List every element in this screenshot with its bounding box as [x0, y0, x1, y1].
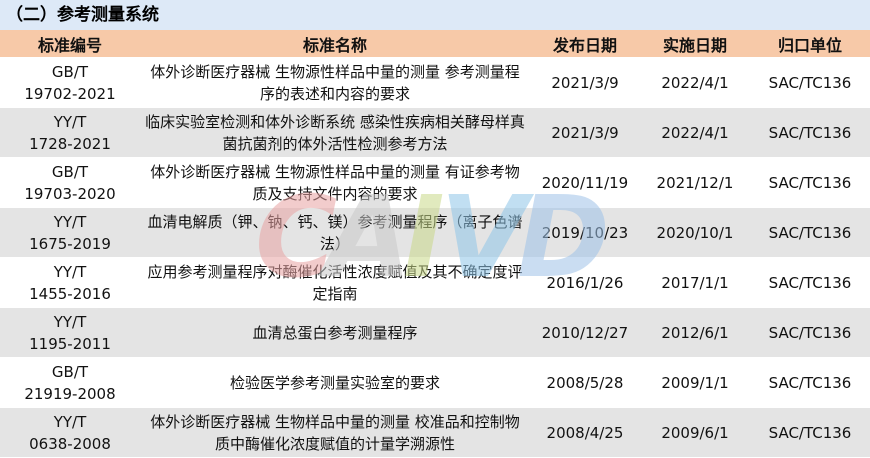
- standard-id-cell: YY/T 1455-2016: [0, 257, 140, 308]
- publish-date-cell: 2008/4/25: [530, 407, 640, 458]
- standard-name-cell: 血清总蛋白参考测量程序: [140, 307, 530, 358]
- publish-date-cell: 2016/1/26: [530, 257, 640, 308]
- standard-id-cell: YY/T 1195-2011: [0, 307, 140, 358]
- header-standard-id: 标准编号: [0, 30, 140, 58]
- table-header-row: 标准编号 标准名称 发布日期 实施日期 归口单位: [0, 30, 870, 58]
- responsible-unit-cell: SAC/TC136: [750, 207, 870, 258]
- standard-id-cell: GB/T 21919-2008: [0, 357, 140, 408]
- responsible-unit-cell: SAC/TC136: [750, 107, 870, 158]
- standard-name-cell: 体外诊断医疗器械 生物样品中量的测量 校准品和控制物质中酶催化浓度赋值的计量学溯…: [140, 407, 530, 458]
- responsible-unit-cell: SAC/TC136: [750, 307, 870, 358]
- header-responsible-unit: 归口单位: [750, 30, 870, 58]
- publish-date-cell: 2021/3/9: [530, 107, 640, 158]
- table-row: GB/T 21919-2008 检验医学参考测量实验室的要求 2008/5/28…: [0, 357, 870, 408]
- publish-date-cell: 2010/12/27: [530, 307, 640, 358]
- standard-name-cell: 应用参考测量程序对酶催化活性浓度赋值及其不确定度评定指南: [140, 257, 530, 308]
- standard-id-cell: GB/T 19703-2020: [0, 157, 140, 208]
- table-row: YY/T 0638-2008 体外诊断医疗器械 生物样品中量的测量 校准品和控制…: [0, 407, 870, 458]
- table-row: YY/T 1728-2021 临床实验室检测和体外诊断系统 感染性疾病相关酵母样…: [0, 107, 870, 158]
- table-row: GB/T 19702-2021 体外诊断医疗器械 生物源性样品中量的测量 参考测…: [0, 57, 870, 108]
- standard-id-cell: YY/T 0638-2008: [0, 407, 140, 458]
- table-row: YY/T 1675-2019 血清电解质（钾、钠、钙、镁）参考测量程序（离子色谱…: [0, 207, 870, 258]
- implement-date-cell: 2017/1/1: [640, 257, 750, 308]
- responsible-unit-cell: SAC/TC136: [750, 357, 870, 408]
- responsible-unit-cell: SAC/TC136: [750, 257, 870, 308]
- implement-date-cell: 2021/12/1: [640, 157, 750, 208]
- standard-name-cell: 临床实验室检测和体外诊断系统 感染性疾病相关酵母样真菌抗菌剂的体外活性检测参考方…: [140, 107, 530, 158]
- implement-date-cell: 2012/6/1: [640, 307, 750, 358]
- standard-id-cell: GB/T 19702-2021: [0, 57, 140, 108]
- implement-date-cell: 2009/6/1: [640, 407, 750, 458]
- publish-date-cell: 2019/10/23: [530, 207, 640, 258]
- standard-name-cell: 体外诊断医疗器械 生物源性样品中量的测量 有证参考物质及支持文件内容的要求: [140, 157, 530, 208]
- header-publish-date: 发布日期: [530, 30, 640, 58]
- header-standard-name: 标准名称: [140, 30, 530, 58]
- section-title: （二）参考测量系统: [0, 0, 870, 30]
- standard-id-cell: YY/T 1728-2021: [0, 107, 140, 158]
- standard-name-cell: 血清电解质（钾、钠、钙、镁）参考测量程序（离子色谱法）: [140, 207, 530, 258]
- responsible-unit-cell: SAC/TC136: [750, 57, 870, 108]
- table-row: YY/T 1195-2011 血清总蛋白参考测量程序 2010/12/27 20…: [0, 307, 870, 358]
- responsible-unit-cell: SAC/TC136: [750, 407, 870, 458]
- implement-date-cell: 2022/4/1: [640, 57, 750, 108]
- implement-date-cell: 2009/1/1: [640, 357, 750, 408]
- header-implement-date: 实施日期: [640, 30, 750, 58]
- standard-id-cell: YY/T 1675-2019: [0, 207, 140, 258]
- standards-table: 标准编号 标准名称 发布日期 实施日期 归口单位 GB/T 19702-2021…: [0, 30, 870, 458]
- table-row: YY/T 1455-2016 应用参考测量程序对酶催化活性浓度赋值及其不确定度评…: [0, 257, 870, 308]
- publish-date-cell: 2008/5/28: [530, 357, 640, 408]
- standard-name-cell: 体外诊断医疗器械 生物源性样品中量的测量 参考测量程序的表述和内容的要求: [140, 57, 530, 108]
- implement-date-cell: 2020/10/1: [640, 207, 750, 258]
- standard-name-cell: 检验医学参考测量实验室的要求: [140, 357, 530, 408]
- publish-date-cell: 2021/3/9: [530, 57, 640, 108]
- implement-date-cell: 2022/4/1: [640, 107, 750, 158]
- publish-date-cell: 2020/11/19: [530, 157, 640, 208]
- table-row: GB/T 19703-2020 体外诊断医疗器械 生物源性样品中量的测量 有证参…: [0, 157, 870, 208]
- responsible-unit-cell: SAC/TC136: [750, 157, 870, 208]
